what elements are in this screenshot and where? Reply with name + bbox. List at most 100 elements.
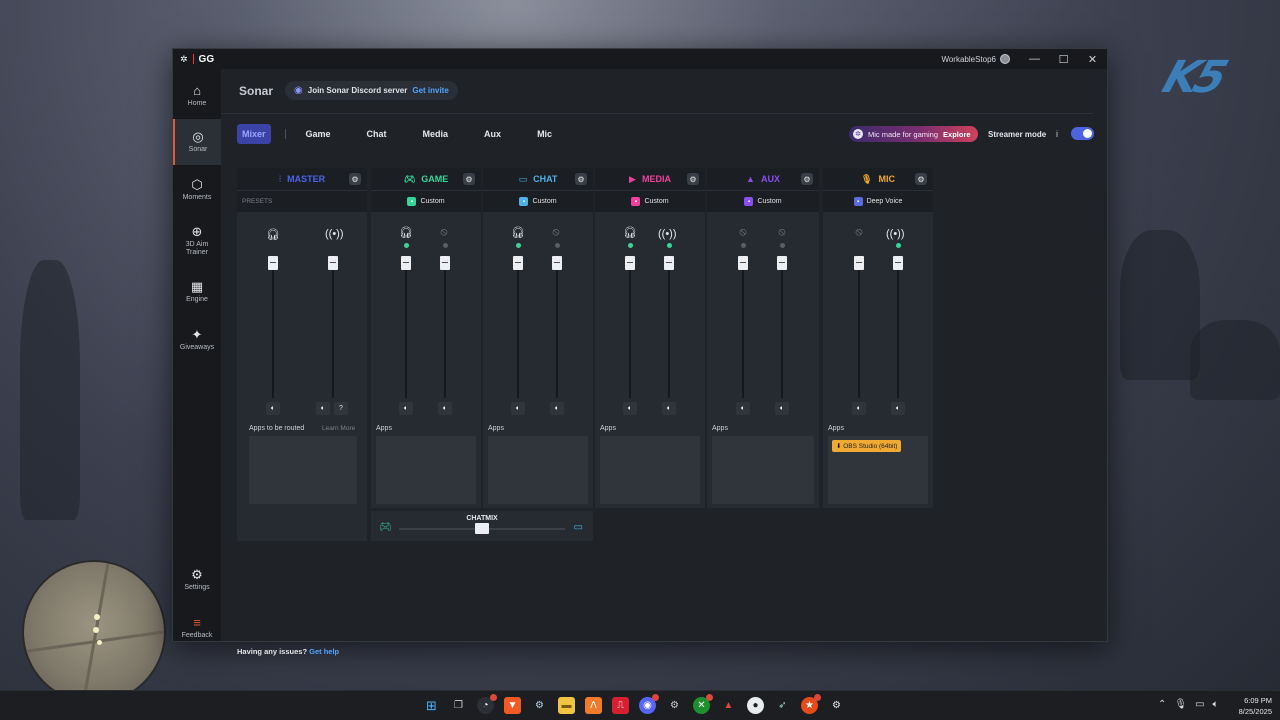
volume-icon[interactable]: 🔈︎ [1213, 699, 1219, 710]
volume-slider-handle[interactable] [625, 256, 635, 270]
routed-app-chip[interactable]: ⬇ OBS Studio (64bit) [832, 440, 902, 452]
volume-slider-handle[interactable] [328, 256, 338, 270]
mute-button[interactable]: 🔈︎ [266, 402, 280, 415]
apps-drop-zone[interactable]: ⬇ OBS Studio (64bit) [828, 436, 928, 504]
volume-track[interactable] [781, 268, 783, 398]
network-icon[interactable]: ▭ [1195, 699, 1204, 710]
settings-icon[interactable]: ⚙ [666, 697, 683, 714]
preset-selector[interactable]: ▪ Custom [595, 190, 705, 212]
minimize-button[interactable]: — [1020, 49, 1049, 69]
volume-slider-handle[interactable] [777, 256, 787, 270]
volume-track[interactable] [629, 268, 631, 398]
volume-track[interactable] [272, 268, 274, 398]
task-view-icon[interactable]: ❐ [450, 697, 467, 714]
sidebar-item-home[interactable]: ⌂ Home [173, 73, 221, 119]
headphones-icon[interactable]: 🎧︎ [623, 226, 637, 239]
broadcast-icon[interactable]: ((•)) [658, 228, 677, 240]
sidebar-item-engine[interactable]: ▦ Engine [173, 269, 221, 315]
info-icon[interactable]: i [1056, 129, 1058, 139]
file-explorer-icon[interactable]: ▬ [558, 697, 575, 714]
get-invite-link[interactable]: Get invite [412, 86, 448, 95]
get-help-link[interactable]: Get help [309, 647, 339, 656]
apps-drop-zone[interactable] [488, 436, 588, 504]
headphones-icon[interactable]: 🎧︎ [399, 226, 413, 239]
discord-invite-banner[interactable]: ◉ Join Sonar Discord server Get invite [285, 81, 458, 100]
preset-selector[interactable]: ▪ Deep Voice [823, 190, 933, 212]
headphones-icon[interactable]: 🎧︎ [266, 228, 280, 241]
brave-browser-icon[interactable]: ▼ [504, 697, 521, 714]
volume-slider-handle[interactable] [664, 256, 674, 270]
app-icon[interactable]: ➶ [774, 697, 791, 714]
channel-settings-button[interactable]: ⚙ [687, 173, 699, 185]
broadcast-icon[interactable]: ((•)) [325, 228, 344, 240]
sidebar-item-settings[interactable]: ⚙ Settings [173, 557, 221, 603]
volume-slider-handle[interactable] [738, 256, 748, 270]
app-icon[interactable]: ⎍ [612, 697, 629, 714]
app-icon[interactable]: ★ [801, 694, 821, 714]
volume-track[interactable] [742, 268, 744, 398]
chatmix-handle[interactable] [475, 523, 489, 534]
explore-link[interactable]: Explore [943, 130, 971, 139]
broadcast-muted-icon[interactable]: ⦸ [549, 226, 563, 239]
tab-game[interactable]: Game [288, 124, 349, 144]
broadcast-muted-icon[interactable]: ⦸ [437, 226, 451, 239]
streamer-mode-toggle[interactable] [1071, 127, 1094, 140]
apps-drop-zone[interactable] [376, 436, 476, 504]
volume-track[interactable] [858, 268, 860, 398]
volume-slider-handle[interactable] [513, 256, 523, 270]
app-icon[interactable]: ▲ [720, 697, 737, 714]
broadcast-muted-icon[interactable]: ⦸ [775, 226, 789, 239]
sidebar-item-feedback[interactable]: ≡ Feedback [173, 605, 221, 651]
monitor-button[interactable]: ? [334, 402, 348, 415]
mute-button[interactable]: 🔈︎ [550, 402, 564, 415]
preset-selector[interactable]: ▪ Custom [371, 190, 481, 212]
obs-studio-icon[interactable]: ● [747, 697, 764, 714]
volume-track[interactable] [668, 268, 670, 398]
mute-button[interactable]: 🔈︎ [438, 402, 452, 415]
tab-chat[interactable]: Chat [349, 124, 405, 144]
channel-settings-button[interactable]: ⚙ [575, 173, 587, 185]
mute-button[interactable]: 🔈︎ [662, 402, 676, 415]
mute-button[interactable]: 🔈︎ [891, 402, 905, 415]
preset-selector[interactable]: ▪ Custom [707, 190, 819, 212]
sidebar-item-moments[interactable]: ⬡ Moments [173, 167, 221, 213]
sidebar-item-giveaways[interactable]: ✦ Giveaways [173, 317, 221, 363]
microphone-icon[interactable]: 🎙︎ [1174, 699, 1187, 710]
steam-icon[interactable]: ⚙ [531, 697, 548, 714]
mute-button[interactable]: 🔈︎ [511, 402, 525, 415]
avatar[interactable] [1000, 54, 1010, 64]
channel-settings-button[interactable]: ⚙ [463, 173, 475, 185]
windows-start-icon[interactable]: ⊞ [423, 697, 440, 714]
apps-drop-zone[interactable] [249, 436, 357, 504]
apps-drop-zone[interactable] [712, 436, 814, 504]
sidebar-item-3d-aim-trainer[interactable]: ⊕ 3D Aim Trainer [173, 215, 221, 267]
volume-track[interactable] [897, 268, 899, 398]
mute-button[interactable]: 🔈︎ [623, 402, 637, 415]
mute-button[interactable]: 🔈︎ [736, 402, 750, 415]
close-button[interactable]: ✕ [1078, 49, 1107, 69]
app-icon[interactable]: Λ [585, 697, 602, 714]
tab-aux[interactable]: Aux [466, 124, 519, 144]
volume-track[interactable] [556, 268, 558, 398]
chevron-up-icon[interactable]: ⌃ [1158, 699, 1166, 710]
learn-more-link[interactable]: Learn More [322, 425, 355, 432]
volume-track[interactable] [517, 268, 519, 398]
mic-promo-banner[interactable]: ✲ Mic made for gaming Explore [849, 126, 978, 142]
steelseries-gg-icon[interactable]: ◔ [477, 694, 497, 714]
volume-slider-handle[interactable] [440, 256, 450, 270]
headphones-icon[interactable]: 🎧︎ [511, 226, 525, 239]
mute-button[interactable]: 🔈︎ [775, 402, 789, 415]
volume-slider-handle[interactable] [854, 256, 864, 270]
volume-slider-handle[interactable] [893, 256, 903, 270]
tab-mic[interactable]: Mic [519, 124, 570, 144]
xbox-icon[interactable]: ✕ [693, 694, 713, 714]
tab-mixer[interactable]: Mixer [237, 124, 271, 144]
sidebar-item-sonar[interactable]: ◎ Sonar [173, 119, 221, 165]
user-account[interactable]: WorkableStop6 [941, 54, 1010, 64]
discord-icon[interactable]: ◉ [639, 694, 659, 714]
mute-button[interactable]: 🔈︎ [316, 402, 330, 415]
mute-button[interactable]: 🔈︎ [852, 402, 866, 415]
volume-slider-handle[interactable] [552, 256, 562, 270]
preset-selector[interactable]: ▪ Custom [483, 190, 593, 212]
maximize-button[interactable]: ☐ [1049, 49, 1078, 69]
